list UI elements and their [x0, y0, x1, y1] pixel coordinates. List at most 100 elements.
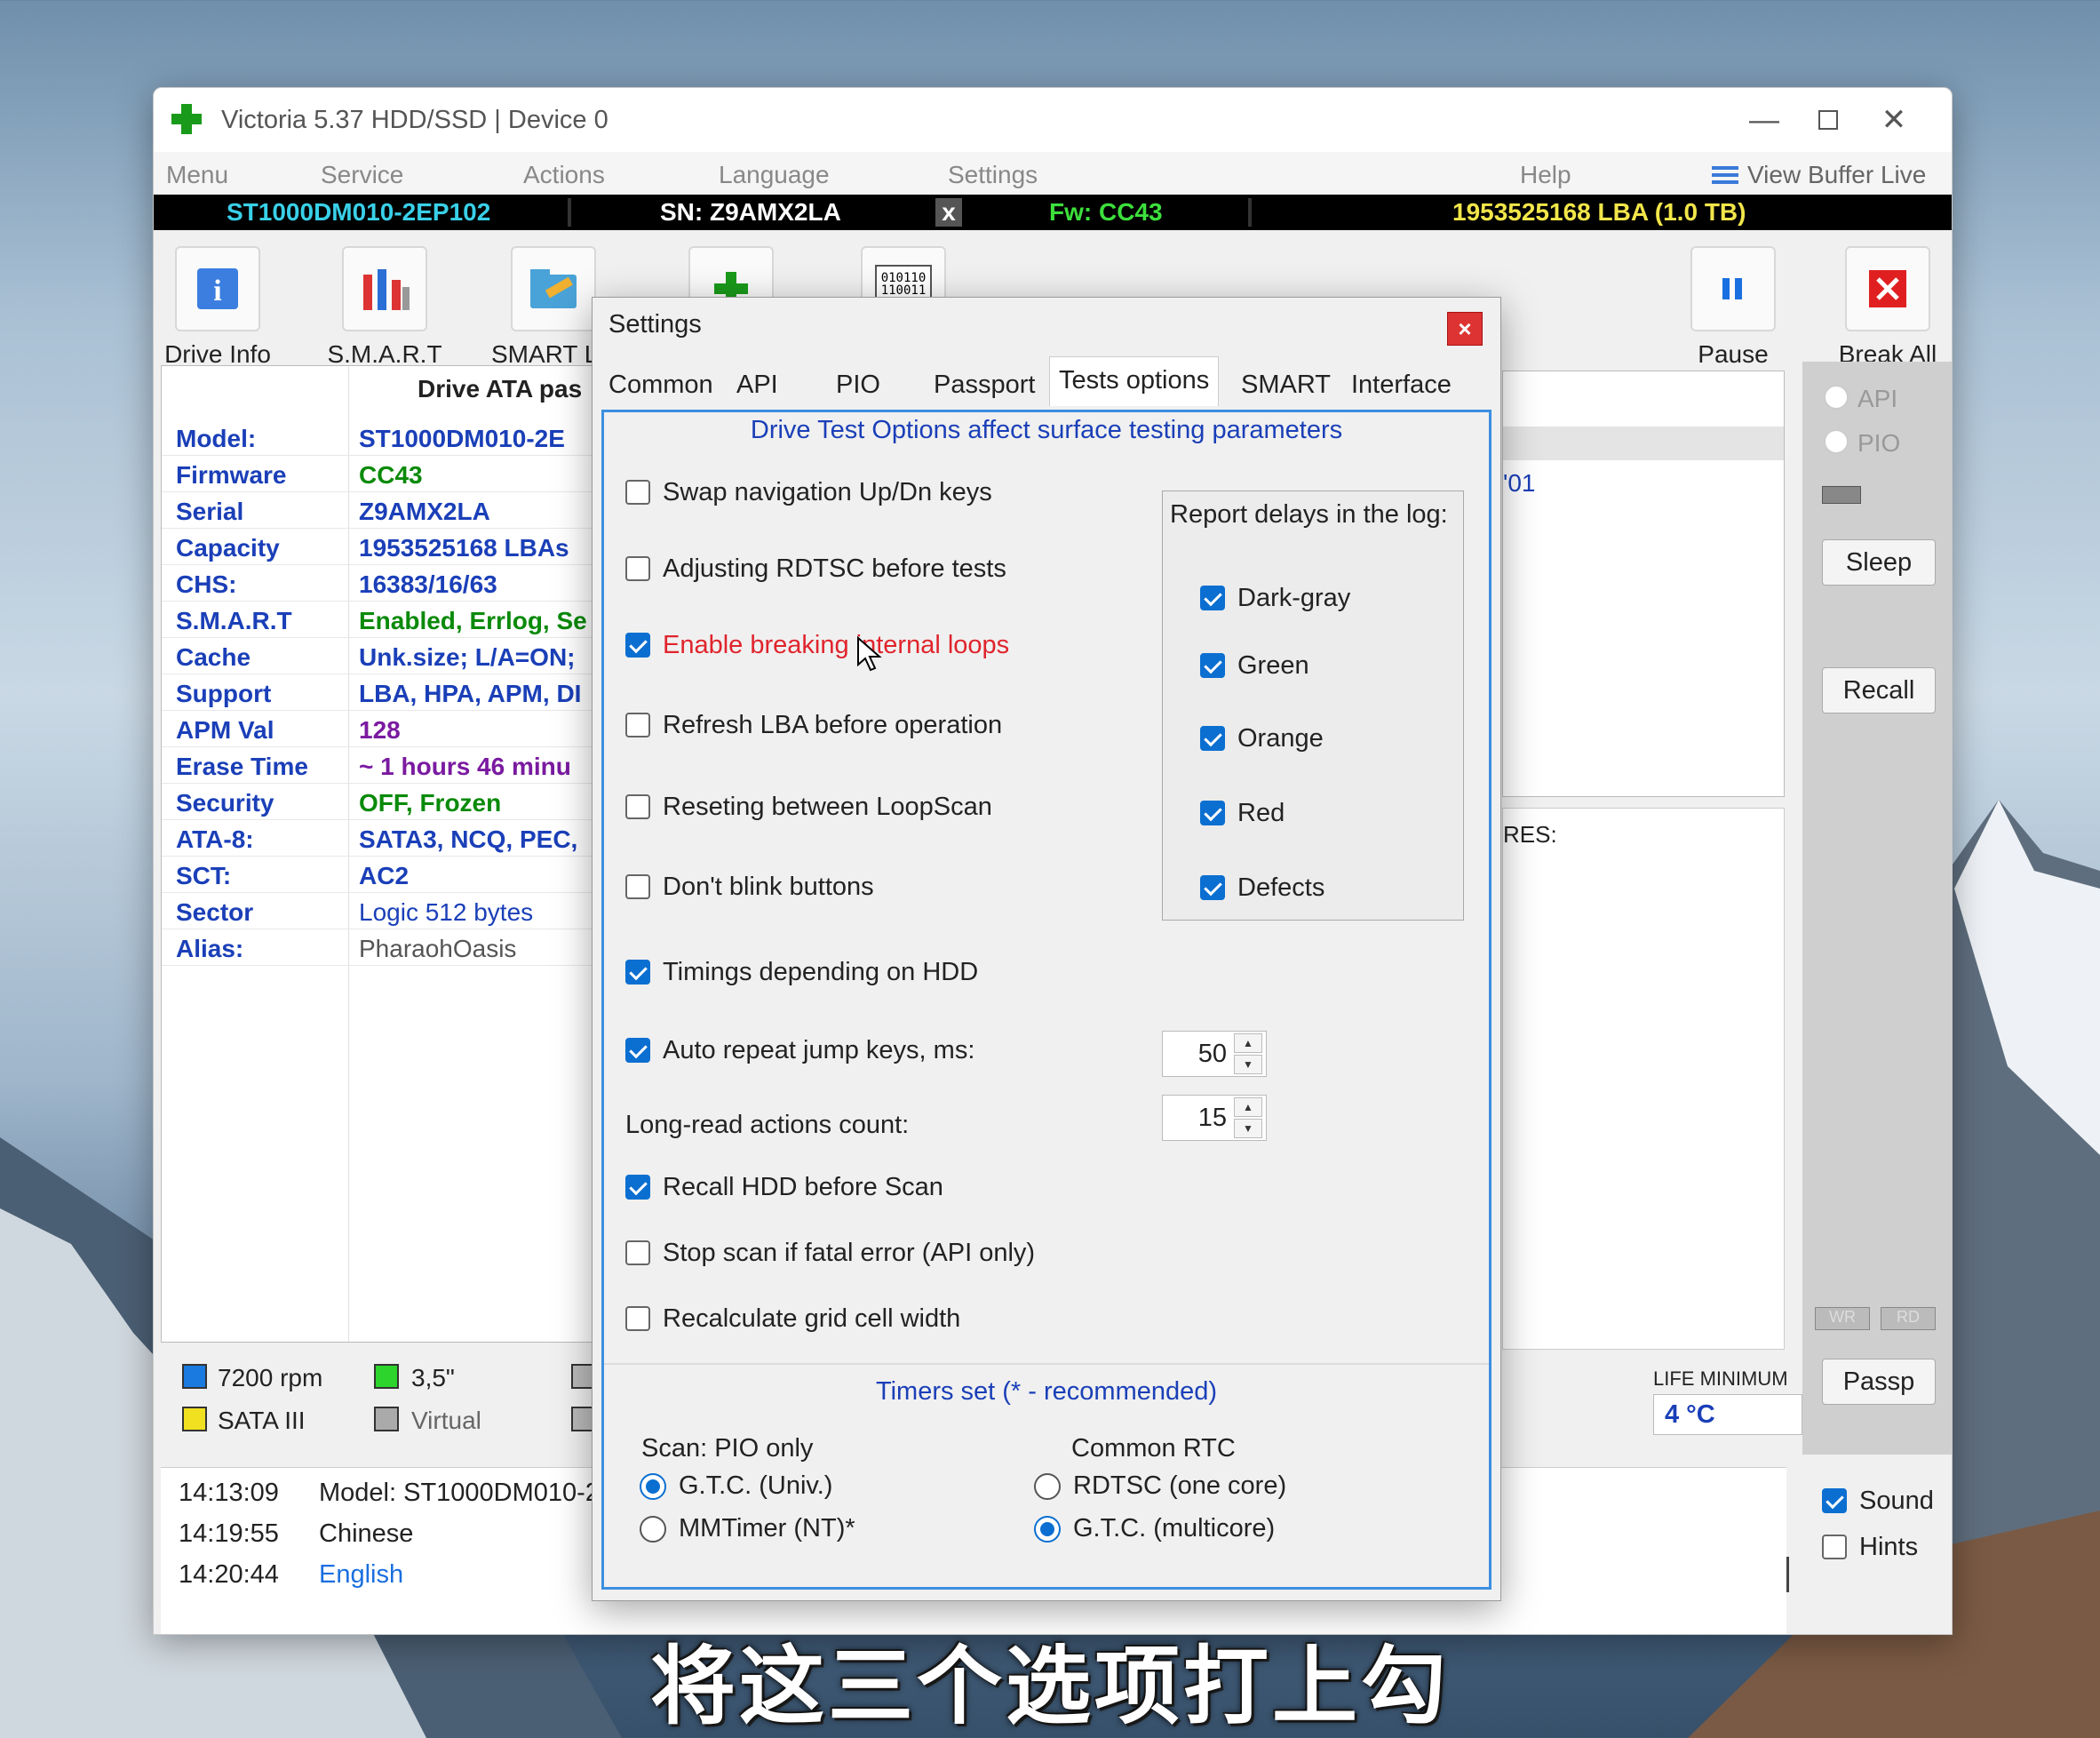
mmtimer-radio[interactable] — [640, 1516, 666, 1543]
rdtsc-radio[interactable] — [1034, 1473, 1061, 1500]
checkbox[interactable] — [625, 633, 650, 658]
tab-tests-options[interactable]: Tests options — [1049, 356, 1220, 406]
hints-label: Hints — [1859, 1533, 1919, 1561]
log-time: 14:19:55 — [179, 1519, 279, 1548]
menu-item-help[interactable]: Help — [1520, 161, 1571, 189]
indicator-led — [1822, 486, 1861, 504]
tab-interface[interactable]: Interface — [1342, 362, 1460, 406]
minimize-button[interactable]: — — [1733, 100, 1795, 140]
defects-label: Defects — [1237, 873, 1325, 902]
option-recall-hdd[interactable]: Recall HDD before Scan — [625, 1173, 1158, 1205]
maximize-button[interactable] — [1797, 100, 1859, 140]
menu-item-actions[interactable]: Actions — [523, 161, 605, 189]
option-stop-scan[interactable]: Stop scan if fatal error (API only) — [625, 1239, 1158, 1271]
checkbox[interactable] — [625, 1240, 650, 1265]
info-panel: '01 — [1502, 371, 1785, 797]
menu-item-settings[interactable]: Settings — [948, 161, 1038, 189]
recall-button[interactable]: Recall — [1822, 667, 1936, 714]
checkbox[interactable] — [625, 713, 650, 737]
settings-dialog: Settings × Common API PIO Passport Tests… — [592, 297, 1501, 1601]
drive-row: Model: ST1000DM010-2E — [162, 419, 622, 456]
option-enable-breaking-loops[interactable]: Enable breaking internal loops — [625, 631, 1158, 663]
main-area-right: '01 RES: — [1502, 371, 1801, 1355]
video-subtitle: 将这三个选项打上勾 — [650, 1639, 1450, 1734]
gtc-multicore-label: G.T.C. (multicore) — [1073, 1514, 1276, 1543]
option-recalculate-grid[interactable]: Recalculate grid cell width — [625, 1304, 1158, 1336]
rtc-label: Common RTC — [1071, 1434, 1236, 1463]
sound-hints-panel: Sound Hints — [1802, 1456, 1952, 1634]
drive-info-button[interactable]: i Drive Info — [155, 246, 280, 369]
drive-row: Serial Z9AMX2LA — [162, 492, 622, 529]
passport-button[interactable]: Passp — [1822, 1359, 1936, 1405]
checkbox[interactable] — [625, 960, 650, 985]
break-all-button[interactable]: Break All — [1826, 246, 1950, 369]
hints-checkbox[interactable] — [1822, 1535, 1847, 1559]
option-timings-hdd[interactable]: Timings depending on HDD — [625, 958, 1158, 990]
pause-button[interactable]: Pause — [1671, 246, 1795, 369]
drive-info-bar: ST1000DM010-2EP102 SN: Z9AMX2LA x Fw: CC… — [154, 195, 1952, 230]
option-adjusting-rdtsc[interactable]: Adjusting RDTSC before tests — [625, 554, 1158, 586]
spin-down-icon[interactable]: ▼ — [1234, 1119, 1262, 1138]
dialog-close-button[interactable]: × — [1447, 312, 1483, 346]
info-close-x[interactable]: x — [935, 198, 962, 227]
option-swap-navigation[interactable]: Swap navigation Up/Dn keys — [625, 478, 1158, 510]
green-checkbox[interactable] — [1200, 653, 1225, 678]
view-buffer-live[interactable]: View Buffer Live — [1747, 161, 1926, 189]
rd-indicator: RD — [1881, 1307, 1936, 1330]
option-auto-repeat[interactable]: Auto repeat jump keys, ms: — [625, 1036, 1158, 1068]
drive-row: S.M.A.R.T Enabled, Errlog, Se — [162, 602, 622, 638]
right-control-panel: API PIO Sleep Recall WR RD Passp — [1802, 362, 1952, 1455]
checkbox[interactable] — [625, 556, 650, 581]
long-read-spinner[interactable]: 15 ▲ ▼ — [1162, 1095, 1267, 1141]
orange-checkbox[interactable] — [1200, 726, 1225, 751]
rdtsc-label: RDTSC (one core) — [1073, 1471, 1287, 1500]
option-reseting-loopscan[interactable]: Reseting between LoopScan — [625, 793, 1158, 825]
spin-up-icon[interactable]: ▲ — [1234, 1097, 1262, 1117]
dark-gray-checkbox[interactable] — [1200, 586, 1225, 610]
svg-text:i: i — [213, 275, 221, 307]
drive-info-header: Drive ATA pas — [418, 375, 583, 403]
tab-smart[interactable]: SMART — [1232, 362, 1340, 406]
tab-common[interactable]: Common — [600, 362, 722, 406]
gtc-multicore-radio[interactable] — [1034, 1516, 1061, 1543]
separator — [1248, 198, 1252, 227]
option-dont-blink[interactable]: Don't blink buttons — [625, 873, 1158, 905]
spin-down-icon[interactable]: ▼ — [1234, 1055, 1262, 1074]
auto-repeat-spinner[interactable]: 50 ▲ ▼ — [1162, 1031, 1267, 1077]
checkbox[interactable] — [625, 874, 650, 899]
folder-edit-icon — [511, 246, 596, 331]
close-window-button[interactable]: ✕ — [1863, 100, 1925, 140]
checkbox[interactable] — [625, 1306, 650, 1331]
log-scrollbar[interactable] — [1786, 1557, 1789, 1592]
drive-row: Cache Unk.size; L/A=ON; — [162, 638, 622, 674]
tests-options-panel: Drive Test Options affect surface testin… — [601, 410, 1491, 1590]
tab-pio[interactable]: PIO — [827, 362, 889, 406]
tab-api[interactable]: API — [728, 362, 787, 406]
sata-label: SATA III — [218, 1407, 306, 1434]
smart-button[interactable]: S.M.A.R.T — [322, 246, 447, 369]
defects-checkbox[interactable] — [1200, 875, 1225, 900]
sound-checkbox[interactable] — [1822, 1488, 1847, 1513]
report-delays-title: Report delays in the log: — [1170, 500, 1448, 529]
title-bar: Victoria 5.37 HDD/SSD | Device 0 — ✕ — [154, 88, 1952, 152]
drive-row: SCT: AC2 — [162, 857, 622, 893]
spin-up-icon[interactable]: ▲ — [1234, 1033, 1262, 1053]
info-lba: 1953525168 LBA (1.0 TB) — [1452, 198, 1746, 226]
checkbox[interactable] — [625, 1175, 650, 1200]
option-refresh-lba[interactable]: Refresh LBA before operation — [625, 711, 1158, 743]
sleep-button[interactable]: Sleep — [1822, 539, 1936, 586]
api-radio[interactable] — [1824, 385, 1849, 410]
checkbox[interactable] — [625, 1038, 650, 1063]
mouse-cursor-icon — [857, 636, 882, 672]
menu-item-language[interactable]: Language — [719, 161, 830, 189]
menu-item-menu[interactable]: Menu — [166, 161, 228, 189]
pio-radio[interactable] — [1824, 429, 1849, 454]
highlight-row — [1503, 427, 1784, 460]
checkbox[interactable] — [625, 480, 650, 505]
tab-passport[interactable]: Passport — [925, 362, 1044, 406]
list-icon — [1712, 166, 1738, 184]
menu-item-service[interactable]: Service — [321, 161, 403, 189]
red-checkbox[interactable] — [1200, 801, 1225, 825]
checkbox[interactable] — [625, 794, 650, 819]
gtc-univ-radio[interactable] — [640, 1473, 666, 1500]
